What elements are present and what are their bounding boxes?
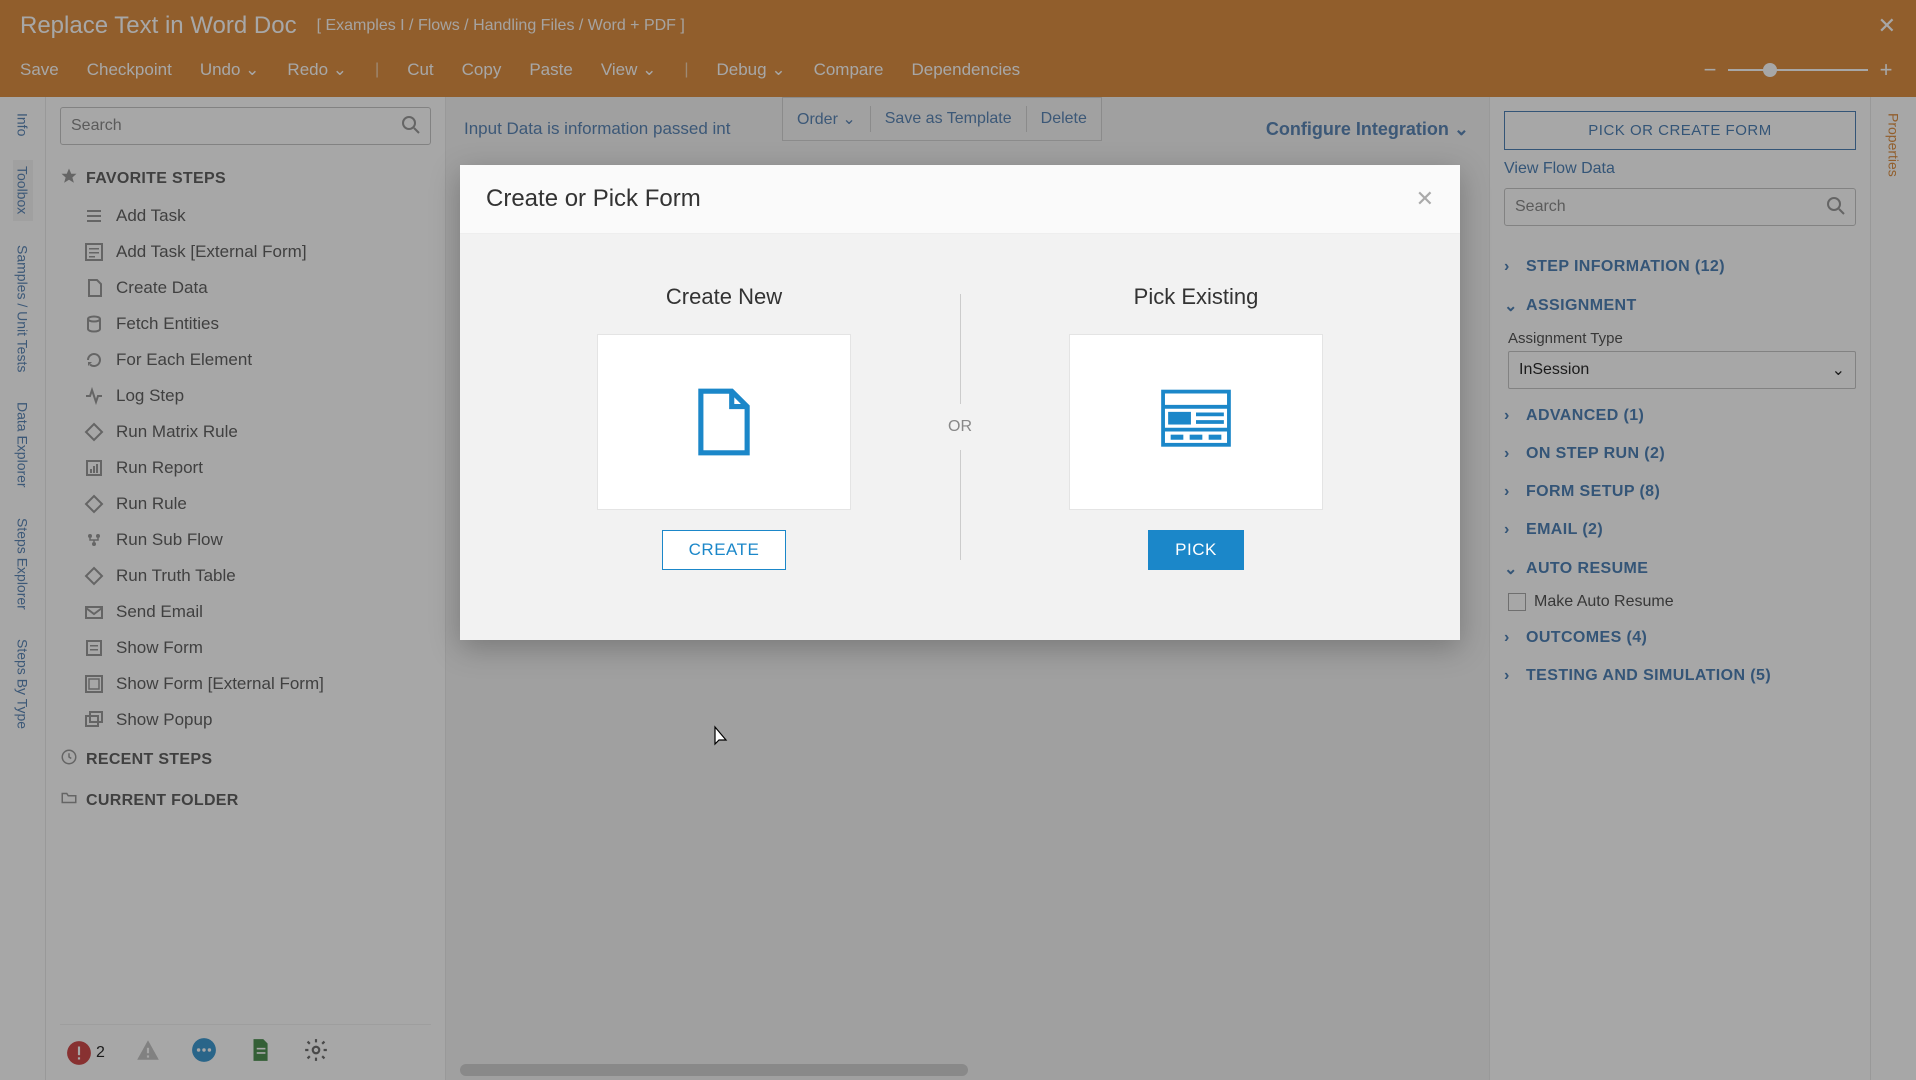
pick-existing-option: Pick Existing PICK [972,284,1420,570]
pick-existing-card[interactable] [1069,334,1323,510]
or-label: OR [948,418,972,436]
create-new-card[interactable] [597,334,851,510]
create-new-title: Create New [666,284,782,310]
close-icon[interactable]: ✕ [1416,186,1434,212]
pick-existing-title: Pick Existing [1134,284,1259,310]
pick-button[interactable]: PICK [1148,530,1244,570]
modal-title: Create or Pick Form [486,185,701,213]
create-or-pick-form-modal: Create or Pick Form ✕ Create New CREATE … [460,165,1460,640]
create-button[interactable]: CREATE [662,530,787,570]
create-new-option: Create New CREATE [500,284,948,570]
or-divider: OR [948,284,972,570]
